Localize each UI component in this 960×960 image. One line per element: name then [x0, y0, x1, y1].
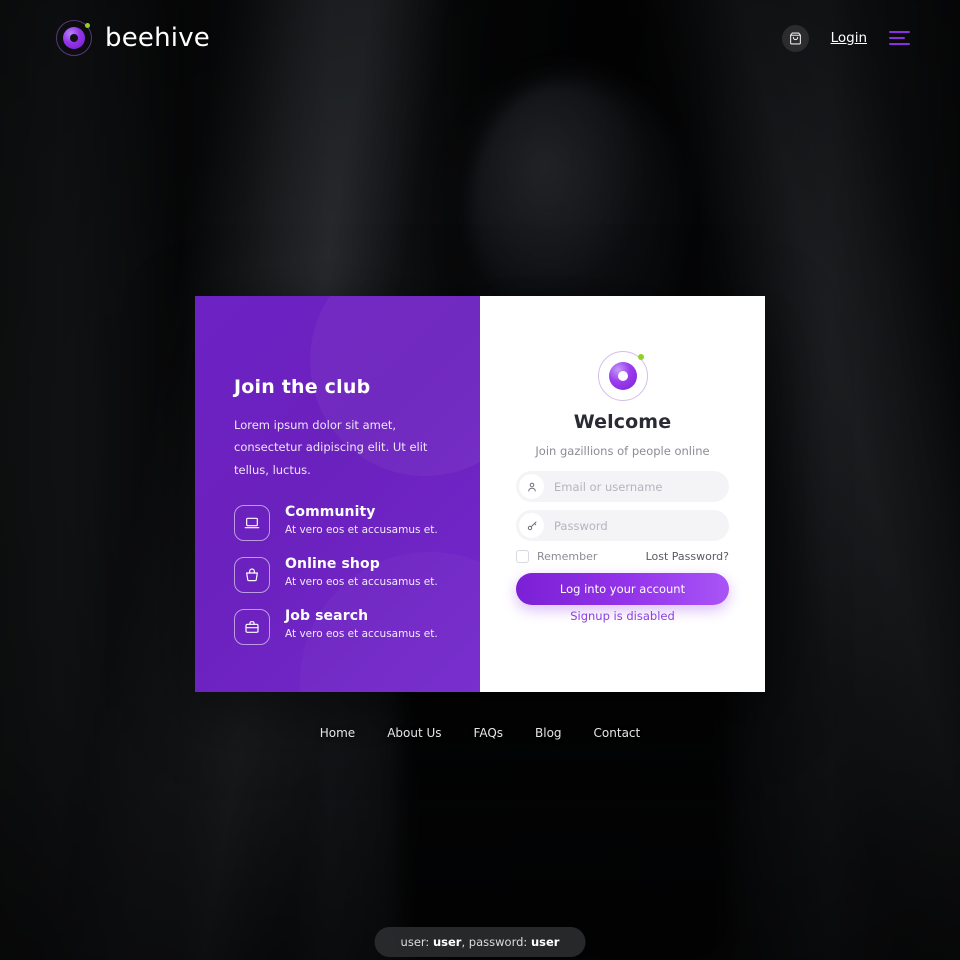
- login-form: Remember Lost Password? Log into your ac…: [516, 471, 729, 624]
- site-header: beehive Login: [0, 0, 960, 76]
- footer-link-home[interactable]: Home: [320, 726, 355, 740]
- burger-line-2: [889, 36, 905, 40]
- credentials-password-prefix: , password:: [461, 935, 531, 949]
- remember-checkbox[interactable]: [516, 550, 529, 563]
- credentials-user-value: user: [432, 935, 462, 949]
- remember-toggle[interactable]: Remember: [516, 550, 597, 563]
- remember-label: Remember: [537, 550, 598, 563]
- briefcase-icon: [234, 609, 270, 646]
- person-icon: [519, 474, 544, 499]
- login-card: Join the club Lorem ipsum dolor sit amet…: [195, 296, 765, 692]
- brand-logo[interactable]: beehive: [56, 20, 210, 56]
- beehive-logo-icon: [56, 20, 92, 56]
- page-subtitle: Join gazillions of people online: [535, 444, 710, 458]
- email-field[interactable]: [516, 471, 729, 502]
- footer-navigation: Home About Us FAQs Blog Contact: [0, 726, 960, 740]
- feature-title: Community: [285, 504, 376, 521]
- credentials-user-prefix: user:: [400, 935, 433, 949]
- brand-name: beehive: [105, 23, 210, 53]
- footer-link-faqs[interactable]: FAQs: [474, 726, 504, 740]
- beehive-logo-icon: [597, 351, 648, 401]
- promo-title: Join the club: [234, 376, 371, 398]
- promo-panel: Join the club Lorem ipsum dolor sit amet…: [195, 296, 480, 692]
- password-field[interactable]: [516, 510, 729, 541]
- footer-link-contact[interactable]: Contact: [594, 726, 641, 740]
- login-link[interactable]: Login: [831, 30, 867, 46]
- logo-donut: [608, 362, 637, 390]
- key-icon: [519, 513, 544, 538]
- lost-password-link[interactable]: Lost Password?: [646, 550, 729, 563]
- feature-title: Online shop: [285, 556, 380, 573]
- header-actions: Login: [781, 24, 910, 52]
- login-submit-button[interactable]: Log into your account: [516, 573, 729, 605]
- feature-item[interactable]: Job search At vero eos et accusamus et.: [234, 607, 480, 646]
- feature-item[interactable]: Community At vero eos et accusamus et.: [234, 503, 480, 542]
- feature-title: Job search: [285, 608, 369, 625]
- feature-item[interactable]: Online shop At vero eos et accusamus et.: [234, 555, 480, 594]
- footer-link-about-us[interactable]: About Us: [387, 726, 441, 740]
- shopping-bag-icon[interactable]: [781, 24, 809, 52]
- signup-disabled-note[interactable]: Signup is disabled: [570, 609, 675, 623]
- logo-green-dot: [637, 354, 644, 360]
- laptop-icon: [234, 505, 270, 542]
- footer-link-blog[interactable]: Blog: [535, 726, 562, 740]
- burger-line-1: [889, 30, 910, 34]
- burger-line-3: [889, 42, 910, 46]
- logo-donut: [63, 27, 85, 49]
- logo-green-dot: [85, 23, 90, 28]
- basket-icon: [234, 557, 270, 594]
- hamburger-menu-icon[interactable]: [889, 30, 910, 46]
- credentials-password-value: user: [530, 935, 560, 949]
- password-input[interactable]: [544, 510, 729, 541]
- promo-description: Lorem ipsum dolor sit amet, consectetur …: [234, 418, 428, 477]
- feature-subtitle: At vero eos et accusamus et.: [285, 524, 438, 537]
- email-input[interactable]: [544, 471, 729, 502]
- login-panel: Welcome Join gazillions of people online: [480, 296, 765, 692]
- feature-subtitle: At vero eos et accusamus et.: [285, 576, 438, 589]
- form-options: Remember Lost Password?: [516, 550, 729, 563]
- page-title: Welcome: [573, 411, 672, 433]
- feature-subtitle: At vero eos et accusamus et.: [285, 628, 438, 641]
- feature-list: Community At vero eos et accusamus et. O…: [234, 503, 480, 646]
- demo-credentials-badge: user: user, password: user: [374, 927, 586, 957]
